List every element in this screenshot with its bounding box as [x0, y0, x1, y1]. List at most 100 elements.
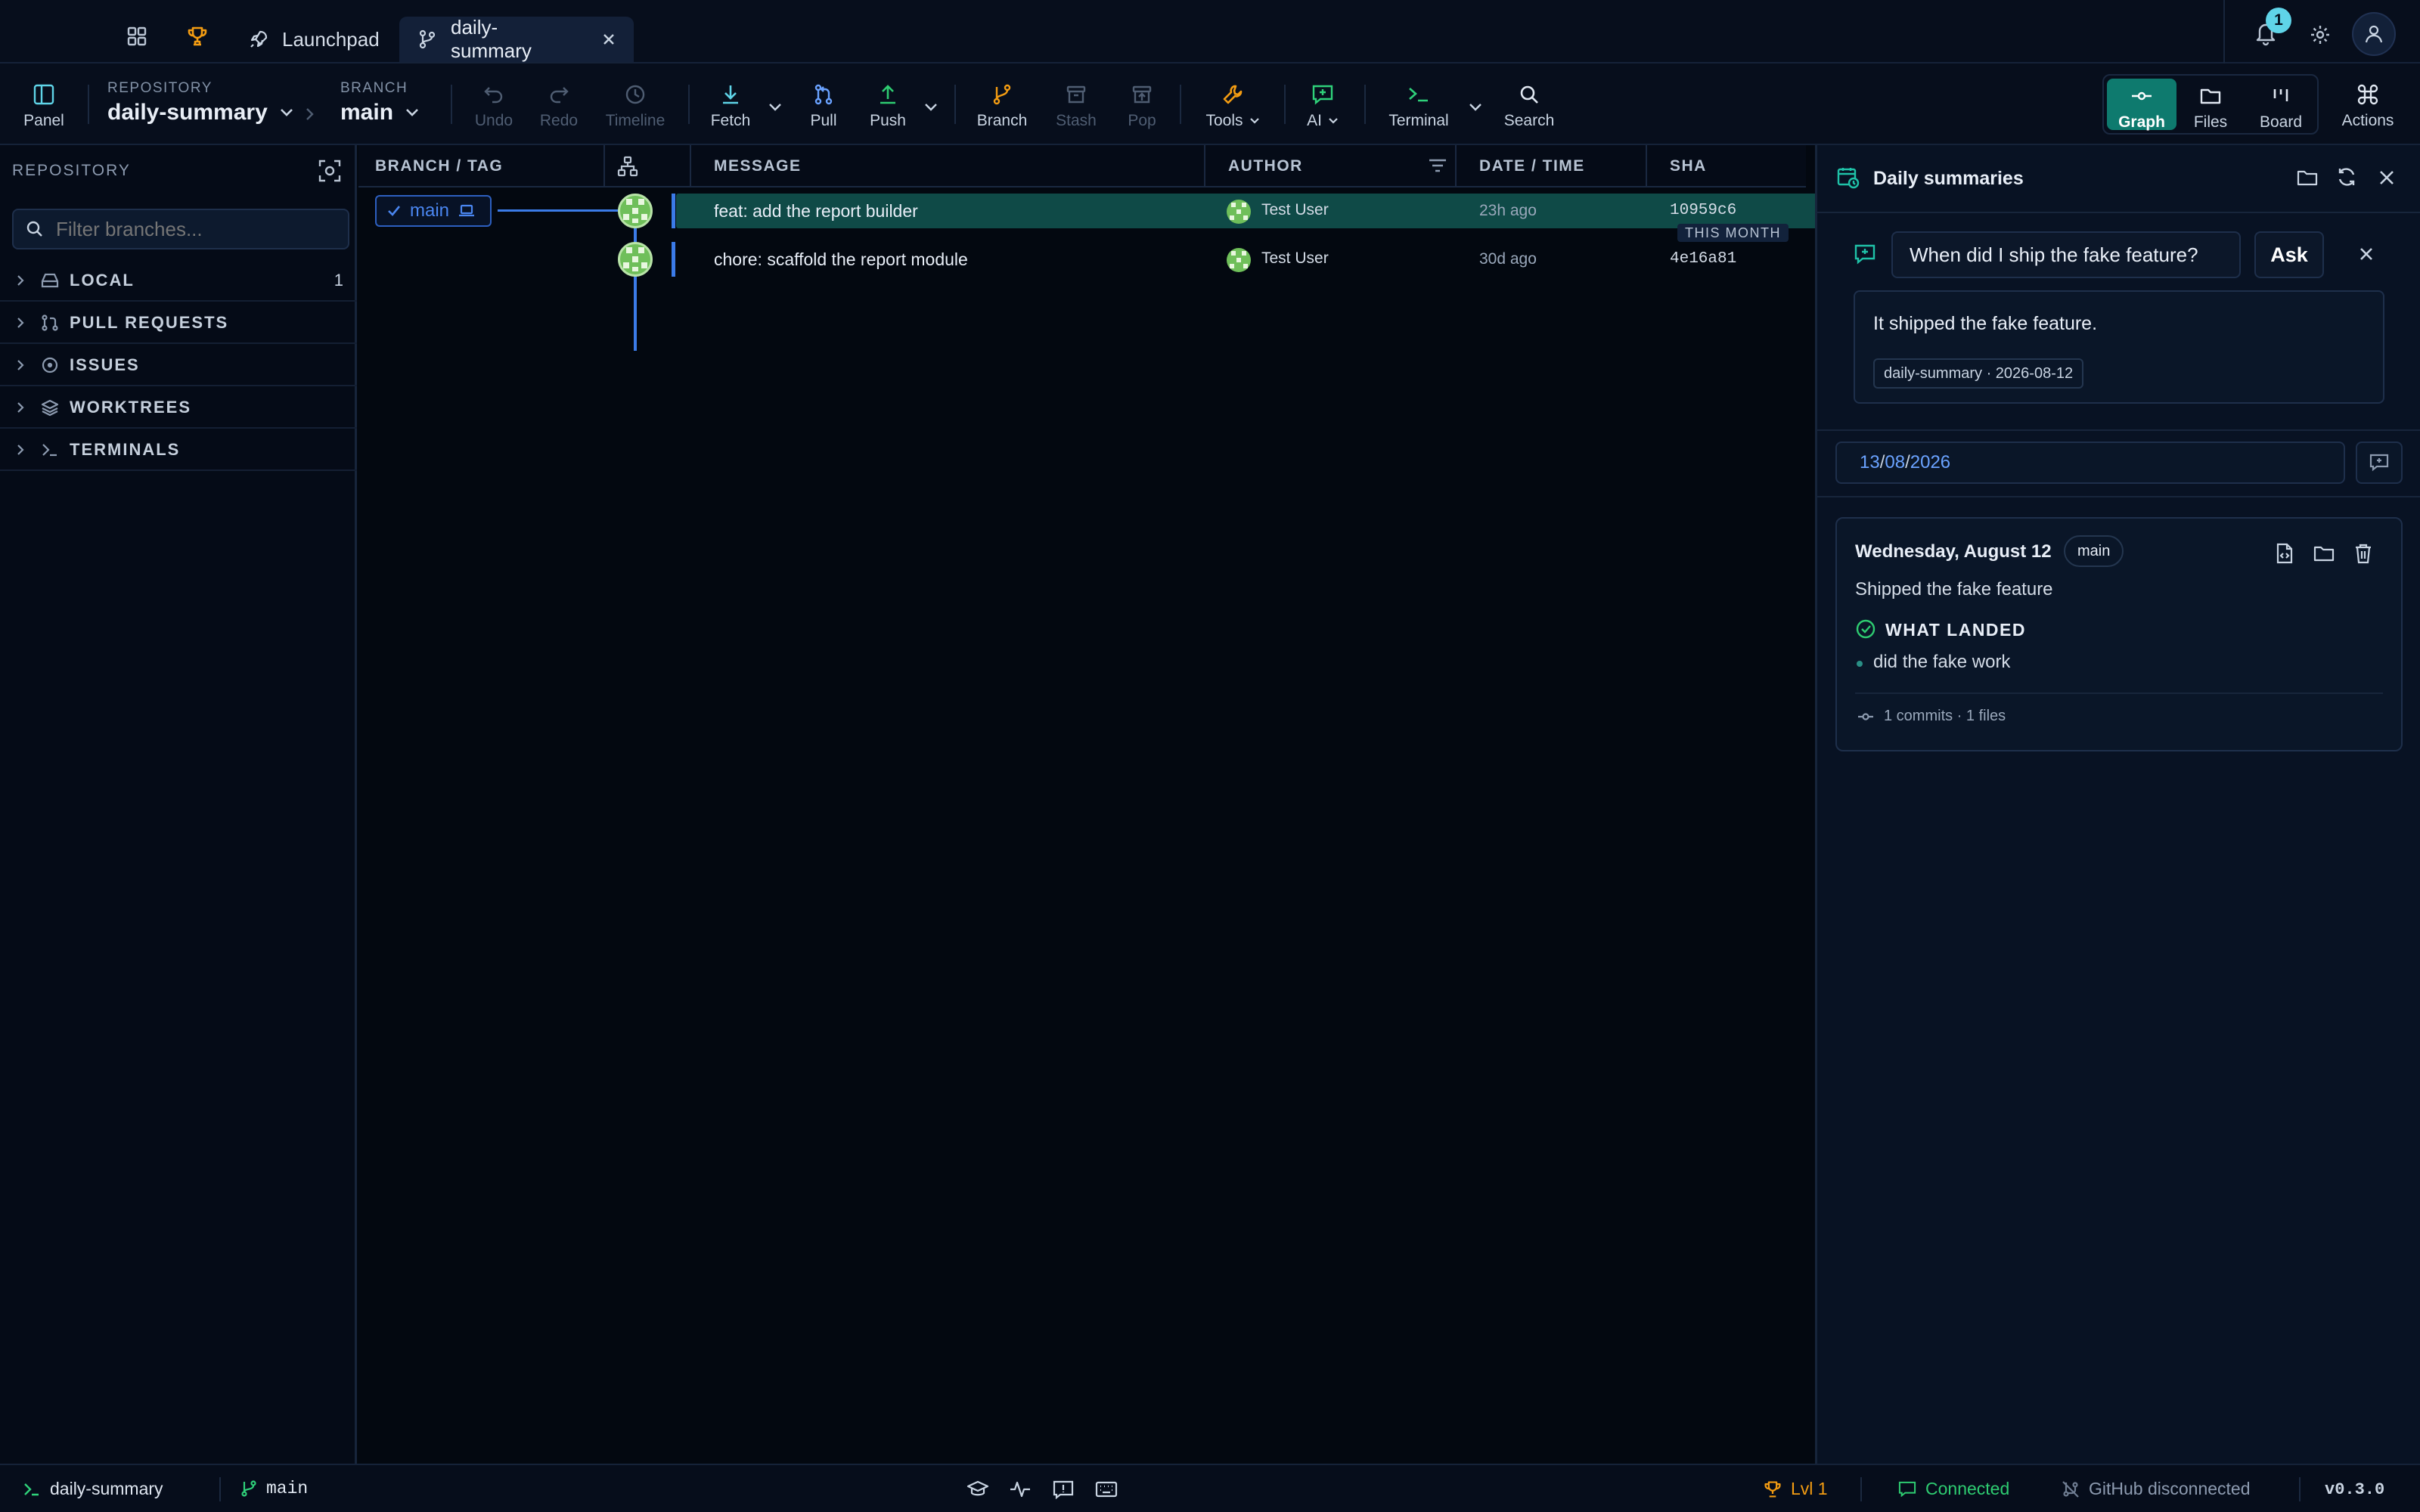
branch-selector[interactable]: main [340, 100, 419, 125]
search-button[interactable]: Search [1503, 82, 1555, 130]
row-branch-marker [672, 242, 675, 277]
branch-connector-line [498, 209, 619, 212]
sidebar-item-terminals[interactable]: TERMINALS [0, 429, 357, 471]
board-view-label: Board [2259, 113, 2303, 131]
fetch-options-chevron-icon[interactable] [768, 103, 782, 112]
close-tab-icon[interactable] [602, 33, 616, 46]
graph-view-label: Graph [2118, 113, 2165, 131]
timeline-button[interactable]: Timeline [603, 82, 667, 130]
month-marker: THIS MONTH [1677, 224, 1789, 242]
tools-button[interactable]: Tools [1202, 82, 1263, 130]
chevron-right-icon [17, 359, 24, 371]
repository-selector[interactable]: daily-summary [107, 100, 293, 125]
filter-branches-field[interactable] [12, 209, 349, 249]
commit-sha[interactable]: 10959c6 [1670, 202, 1736, 219]
status-repo[interactable]: daily-summary [23, 1479, 163, 1499]
column-date-time[interactable]: DATE / TIME [1479, 145, 1585, 187]
stash-button[interactable]: Stash [1054, 82, 1098, 130]
column-author[interactable]: AUTHOR [1228, 145, 1303, 187]
filter-branches-input[interactable] [56, 217, 343, 241]
ask-question-input[interactable] [1891, 231, 2241, 278]
ask-button[interactable]: Ask [2254, 231, 2324, 278]
status-level[interactable]: Lvl 1 [1764, 1479, 1828, 1499]
sidebar-item-label: TERMINALS [70, 439, 181, 459]
bullet [1857, 661, 1863, 667]
status-branch[interactable]: main [240, 1479, 308, 1498]
answer-text: It shipped the fake feature. [1873, 313, 2098, 334]
board-icon [2271, 83, 2291, 109]
status-divider [219, 1477, 221, 1501]
files-view-tab[interactable]: Files [2192, 83, 2229, 132]
branch-button[interactable]: Branch [976, 82, 1028, 130]
summary-item: did the fake work [1873, 652, 2011, 672]
commit-node-avatar[interactable] [618, 194, 653, 228]
push-button[interactable]: Push [868, 82, 908, 130]
terminal-options-chevron-icon[interactable] [1469, 103, 1482, 112]
graph-view-tab[interactable]: Graph [2114, 83, 2169, 132]
open-folder-icon[interactable] [2297, 168, 2318, 187]
panel-button[interactable]: Panel [23, 82, 65, 130]
graduation-cap-icon[interactable] [966, 1480, 989, 1498]
branch-label-main[interactable]: main [375, 195, 492, 227]
status-github[interactable]: GitHub disconnected [2062, 1479, 2251, 1499]
toolbar-separator [88, 85, 89, 124]
graph-layout-icon[interactable] [617, 156, 638, 177]
citation-chip[interactable]: daily-summary · 2026-08-12 [1873, 358, 2084, 389]
generate-summary-button[interactable] [2356, 442, 2403, 484]
commit-node-avatar[interactable] [618, 242, 653, 277]
keyboard-icon[interactable] [1095, 1481, 1118, 1498]
laptop-icon [458, 204, 475, 218]
pop-label: Pop [1128, 112, 1156, 129]
folder-icon[interactable] [2313, 544, 2335, 562]
undo-button[interactable]: Undo [473, 82, 514, 130]
trash-icon[interactable] [2354, 543, 2372, 564]
column-message[interactable]: MESSAGE [714, 145, 802, 187]
chevron-down-icon [280, 108, 293, 117]
pull-button[interactable]: Pull [808, 82, 839, 130]
trophy-icon[interactable] [184, 23, 211, 50]
upload-icon [877, 82, 898, 107]
refresh-icon[interactable] [2336, 166, 2357, 187]
focus-icon[interactable] [318, 159, 342, 183]
status-divider [2299, 1477, 2301, 1501]
date-input[interactable]: 13/08/2026 [1835, 442, 2345, 484]
ai-button[interactable]: AI [1304, 82, 1342, 130]
sidebar-item-local[interactable]: LOCAL 1 [0, 260, 357, 302]
sidebar-item-worktrees[interactable]: WORKTREES [0, 387, 357, 429]
sidebar-item-pull-requests[interactable]: PULL REQUESTS [0, 302, 357, 344]
terminal-button[interactable]: Terminal [1387, 82, 1450, 130]
tab-launchpad[interactable]: Launchpad [231, 17, 397, 62]
status-connection[interactable]: Connected [1898, 1479, 2009, 1499]
avatar[interactable] [2352, 12, 2396, 56]
toolbar-separator [954, 85, 956, 124]
clear-question-icon[interactable] [2359, 246, 2374, 262]
redo-button[interactable]: Redo [538, 82, 579, 130]
commit-sha[interactable]: 4e16a81 [1670, 250, 1736, 268]
search-icon [1519, 82, 1540, 107]
feedback-icon[interactable] [1053, 1480, 1074, 1500]
chevron-right-icon [306, 107, 315, 121]
close-icon[interactable] [2378, 169, 2395, 186]
folder-icon [2199, 83, 2222, 109]
ai-label: AI [1307, 112, 1322, 129]
grid-icon[interactable] [123, 23, 150, 50]
pop-button[interactable]: Pop [1127, 82, 1157, 130]
column-sha[interactable]: SHA [1670, 145, 1707, 187]
github-disconnected-icon [2062, 1480, 2080, 1498]
actions-button[interactable]: Actions [2338, 82, 2397, 130]
board-view-tab[interactable]: Board [2258, 83, 2304, 132]
code-file-icon[interactable] [2276, 543, 2294, 564]
sidebar-item-label: LOCAL [70, 270, 135, 290]
status-branch-name: main [266, 1479, 309, 1498]
column-branch-tag[interactable]: BRANCH / TAG [375, 145, 503, 187]
push-options-chevron-icon[interactable] [924, 103, 938, 112]
sidebar-item-issues[interactable]: ISSUES [0, 345, 357, 386]
summary-branch-badge: main [2064, 535, 2124, 567]
filter-icon[interactable] [1428, 157, 1447, 174]
repository-name: daily-summary [107, 100, 268, 125]
gear-icon[interactable] [2307, 21, 2334, 48]
tab-daily-summary[interactable]: daily-summary [399, 16, 634, 62]
column-separator [690, 145, 691, 187]
fetch-button[interactable]: Fetch [708, 82, 753, 130]
activity-icon[interactable] [1009, 1480, 1032, 1498]
